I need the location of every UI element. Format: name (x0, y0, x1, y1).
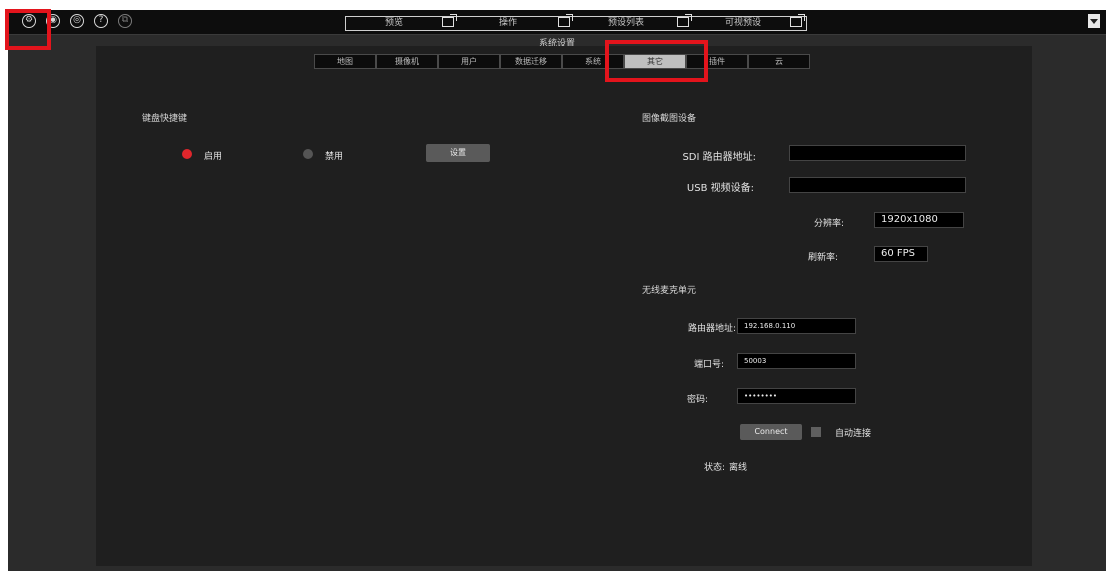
sdi-router-label: SDI 路由器地址: (682, 152, 756, 163)
resolution-field[interactable]: 1920x1080 (874, 212, 964, 228)
subtab-data-migration[interactable]: 数据迁移 (500, 54, 562, 69)
tab-operation[interactable]: 操作 (463, 16, 553, 31)
status-value: 离线 (729, 463, 748, 473)
tab-visual-preset[interactable]: 可视预设 (698, 16, 788, 31)
preset-icon[interactable]: ◎ (70, 14, 84, 28)
subtab-cloud[interactable]: 云 (748, 54, 810, 69)
popout-icon[interactable] (558, 14, 573, 27)
help-icon[interactable]: ? (94, 14, 108, 28)
capture-section-title: 图像截图设备 (642, 114, 697, 124)
window-menu-dropdown[interactable] (1088, 14, 1100, 28)
refresh-rate-label: 刷新率: (808, 253, 839, 263)
router-address-label: 路由器地址: (687, 324, 736, 334)
router-address-field[interactable]: 192.168.0.110 (737, 318, 856, 334)
keyboard-section-title: 键盘快捷键 (142, 114, 188, 124)
layers-icon[interactable]: ⧉ (118, 14, 132, 28)
tab-preview[interactable]: 预览 (349, 16, 439, 31)
usb-device-label: USB 视频设备: (686, 183, 754, 194)
popout-icon[interactable] (442, 14, 457, 27)
disable-label: 禁用 (325, 152, 344, 162)
refresh-rate-field[interactable]: 60 FPS (874, 246, 928, 262)
connect-button[interactable]: Connect (740, 424, 802, 440)
auto-connect-checkbox[interactable] (811, 427, 821, 437)
disable-radio[interactable] (303, 149, 313, 159)
app-window: ⚙ ◉ ◎ ? ⧉ 预览 操作 预设列表 可视预设 系统设置 地图 摄像机 用户… (8, 10, 1106, 571)
tab-preset-list[interactable]: 预设列表 (581, 16, 671, 31)
highlight-box (5, 9, 51, 50)
settings-panel (96, 46, 1032, 566)
auto-connect-label: 自动连接 (835, 429, 872, 439)
port-field[interactable]: 50003 (737, 353, 856, 369)
port-label: 端口号: (693, 360, 724, 370)
password-field[interactable]: •••••••• (737, 388, 856, 404)
sdi-router-field[interactable] (789, 145, 966, 161)
subtab-camera[interactable]: 摄像机 (376, 54, 438, 69)
status-label: 状态: (704, 463, 726, 473)
wireless-section-title: 无线麦克单元 (642, 286, 697, 296)
popout-icon[interactable] (790, 14, 805, 27)
password-label: 密码: (686, 395, 708, 405)
subtab-user[interactable]: 用户 (438, 54, 500, 69)
popout-icon[interactable] (677, 14, 692, 27)
usb-device-field[interactable] (789, 177, 966, 193)
enable-label: 启用 (204, 152, 223, 162)
resolution-label: 分辨率: (814, 219, 845, 229)
highlight-box (605, 40, 708, 82)
subtab-map[interactable]: 地图 (314, 54, 376, 69)
top-toolbar: ⚙ ◉ ◎ ? ⧉ 预览 操作 预设列表 可视预设 (8, 10, 1106, 35)
enable-radio[interactable] (182, 149, 192, 159)
set-shortcut-button[interactable]: 设置 (426, 144, 490, 162)
